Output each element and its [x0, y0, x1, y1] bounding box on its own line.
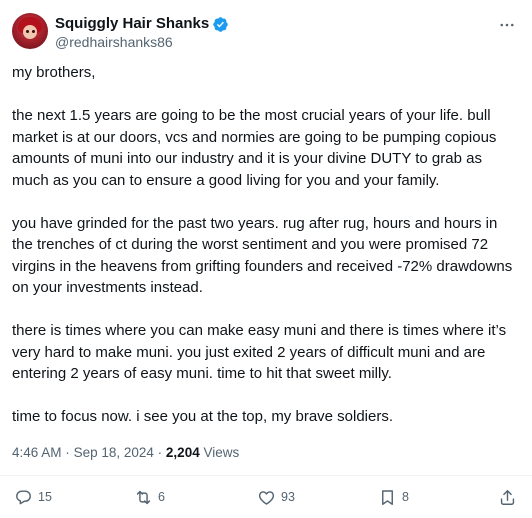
tweet-date[interactable]: Sep 18, 2024	[74, 445, 154, 460]
avatar[interactable]	[12, 13, 48, 49]
repost-button[interactable]: 6	[134, 488, 165, 507]
share-icon	[500, 490, 515, 505]
share-button[interactable]	[498, 488, 517, 507]
bookmark-button[interactable]: 8	[378, 488, 409, 507]
tweet-paragraph: you have grinded for the past two years.…	[12, 214, 513, 297]
meta-separator: ·	[65, 445, 70, 460]
reply-count: 15	[38, 490, 52, 504]
bookmark-count: 8	[402, 490, 409, 504]
reply-icon	[16, 490, 31, 505]
meta-separator: ·	[157, 445, 163, 460]
repost-count: 6	[158, 490, 165, 504]
tweet-text: my brothers, the next 1.5 years are goin…	[12, 62, 522, 449]
tweet-header: Squiggly Hair Shanks @redhairshanks86	[12, 12, 520, 52]
tweet-paragraph: time to focus now. i see you at the top,…	[12, 408, 394, 425]
tweet-paragraph: there is times where you can make easy m…	[12, 322, 507, 382]
avatar-eye	[26, 30, 29, 33]
name-row: Squiggly Hair Shanks	[55, 15, 229, 33]
action-bar: 15 6 93 8	[14, 488, 518, 510]
reply-button[interactable]: 15	[14, 488, 52, 507]
display-name[interactable]: Squiggly Hair Shanks	[55, 15, 209, 33]
like-count: 93	[281, 490, 295, 504]
bookmark-icon	[382, 490, 393, 505]
like-button[interactable]: 93	[257, 488, 295, 507]
verified-badge-icon	[212, 16, 229, 33]
avatar-eye	[32, 30, 35, 33]
repost-icon	[136, 490, 151, 505]
divider	[0, 475, 532, 476]
tweet-paragraph: my brothers,	[12, 64, 96, 81]
tweet-paragraph: the next 1.5 years are going to be the m…	[12, 107, 497, 189]
tweet-metadata: 4:46 AM · Sep 18, 2024 · 2,204 Views	[12, 445, 239, 461]
tweet-time[interactable]: 4:46 AM	[12, 445, 62, 460]
views-count: 2,204	[165, 445, 200, 460]
more-options-icon[interactable]	[498, 16, 516, 34]
handle[interactable]: @redhairshanks86	[55, 34, 173, 51]
views-label: Views	[203, 445, 240, 460]
heart-icon	[258, 491, 275, 505]
